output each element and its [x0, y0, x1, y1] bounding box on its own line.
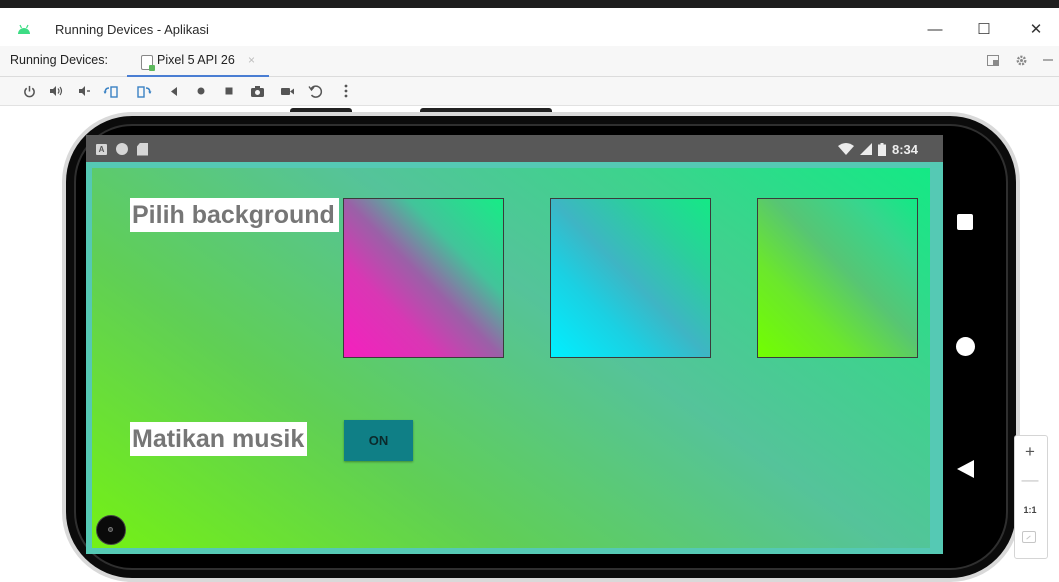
home-icon[interactable] [192, 82, 210, 100]
background-option-1[interactable] [343, 198, 504, 358]
maximize-button[interactable]: ☐ [969, 16, 999, 42]
volume-down-icon[interactable] [75, 82, 93, 100]
nav-recent-apps-icon[interactable] [957, 214, 973, 230]
status-notification-icons: A [96, 140, 148, 158]
mute-music-label: Matikan musik [130, 422, 308, 456]
reset-icon[interactable] [306, 82, 324, 100]
actual-size-button[interactable]: 1:1 [1014, 500, 1046, 520]
cell-signal-icon [860, 143, 872, 155]
screenshot-icon[interactable] [248, 82, 266, 100]
circle-notification-icon [116, 143, 128, 155]
zoom-out-button[interactable]: — [1014, 468, 1046, 492]
screen-record-icon[interactable] [278, 82, 296, 100]
sd-card-icon [137, 142, 148, 156]
android-icon [18, 24, 30, 34]
back-icon[interactable] [165, 82, 183, 100]
tabs-prefix-label: Running Devices: [10, 53, 108, 67]
battery-icon [878, 142, 886, 156]
overview-icon[interactable] [220, 82, 238, 100]
window-top-edge [0, 0, 1059, 8]
rotate-left-icon[interactable] [102, 82, 120, 100]
more-options-icon[interactable] [337, 82, 355, 100]
settings-gear-icon[interactable] [1013, 52, 1029, 68]
front-camera [96, 515, 126, 545]
wifi-icon [838, 143, 854, 155]
hide-panel-icon[interactable] [1040, 52, 1056, 68]
zoom-in-button[interactable]: + [1014, 440, 1046, 464]
tab-label[interactable]: Pixel 5 API 26 [157, 53, 235, 67]
close-button[interactable]: ✕ [1021, 16, 1051, 42]
power-icon[interactable] [20, 82, 38, 100]
device-toolbar [0, 77, 1059, 106]
rotate-right-icon[interactable] [135, 82, 153, 100]
device-icon [141, 55, 155, 71]
status-time: 8:34 [892, 141, 919, 157]
pick-background-label: Pilih background [130, 198, 339, 232]
android-status-bar [86, 135, 943, 162]
status-system-icons: 8:34 [838, 140, 918, 158]
volume-up-icon[interactable] [47, 82, 65, 100]
layout-icon[interactable] [985, 52, 1001, 68]
tab-close-icon[interactable]: × [248, 53, 255, 67]
nav-back-icon[interactable] [957, 460, 974, 478]
background-option-2[interactable] [550, 198, 711, 358]
android-notification-icon: A [96, 143, 107, 155]
nav-home-icon[interactable] [956, 337, 975, 356]
music-toggle-button[interactable]: ON [344, 420, 413, 461]
fit-to-window-icon[interactable] [1022, 531, 1036, 543]
minimize-button[interactable]: — [920, 16, 950, 42]
window-title: Running Devices - Aplikasi [55, 22, 209, 37]
background-option-3[interactable] [757, 198, 918, 358]
